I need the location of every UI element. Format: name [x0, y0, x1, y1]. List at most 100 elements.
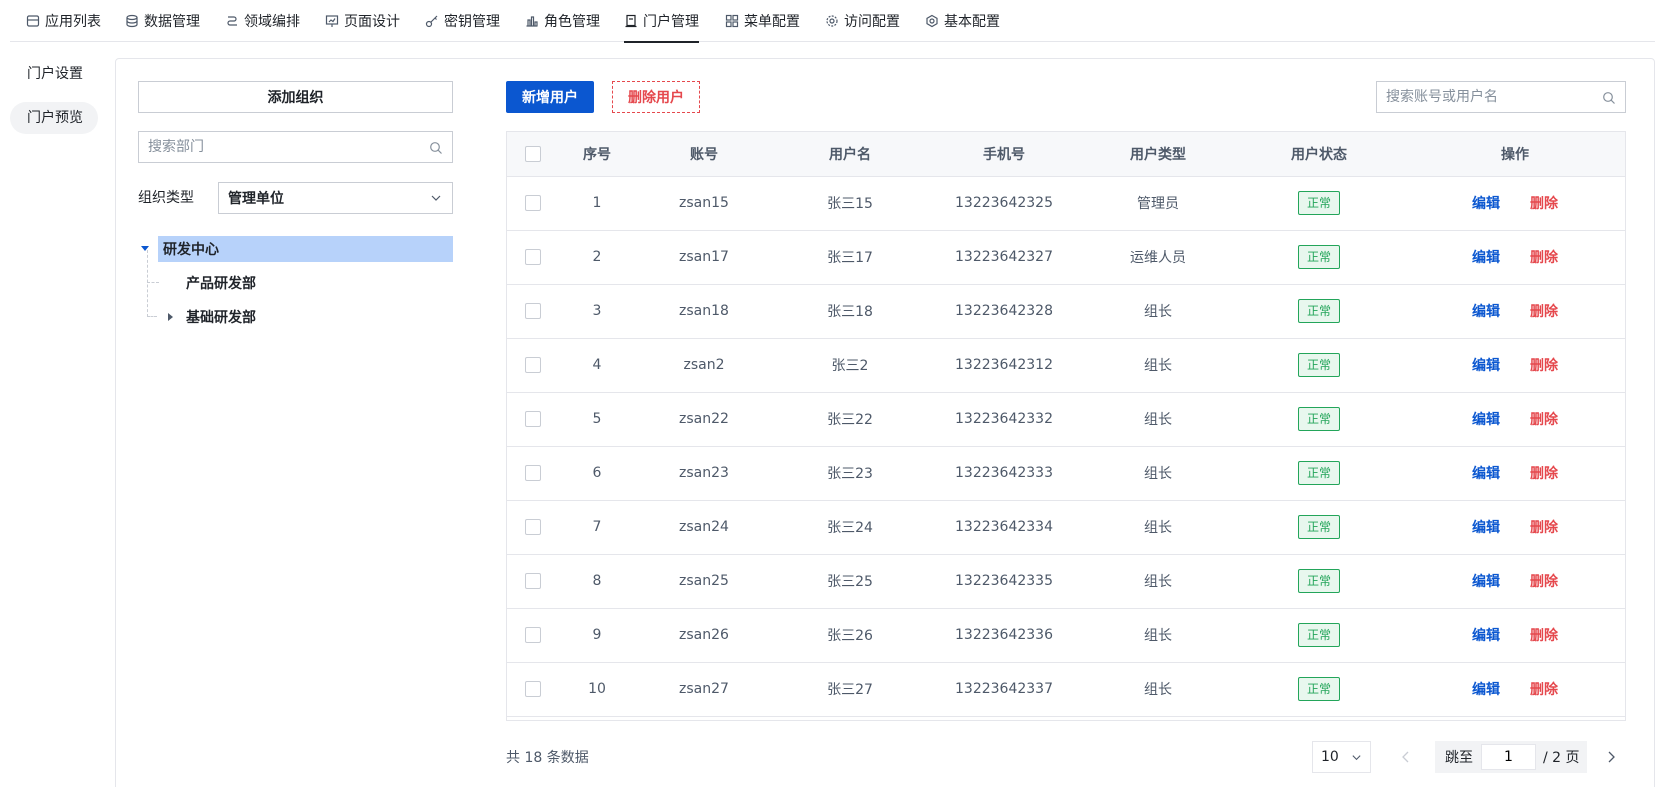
edit-link[interactable]: 编辑 [1472, 412, 1500, 428]
row-checkbox[interactable] [525, 195, 541, 211]
cell-username: 张三25 [773, 554, 927, 609]
cell-status: 正常 [1235, 392, 1403, 447]
nav-tab-basic[interactable]: 基本配置 [925, 0, 1000, 42]
nav-tab-page-design[interactable]: 页面设计 [325, 0, 400, 42]
delete-link[interactable]: 删除 [1530, 358, 1558, 374]
row-checkbox[interactable] [525, 249, 541, 265]
search-icon[interactable] [429, 141, 443, 155]
next-page-icon[interactable] [1603, 749, 1619, 765]
add-org-button[interactable]: 添加组织 [138, 81, 453, 113]
delete-link[interactable]: 删除 [1530, 304, 1558, 320]
edit-link[interactable]: 编辑 [1472, 682, 1500, 698]
delete-user-button[interactable]: 删除用户 [612, 81, 700, 113]
row-checkbox[interactable] [525, 627, 541, 643]
row-checkbox[interactable] [525, 303, 541, 319]
sidenav-portal-settings[interactable]: 门户设置 [10, 58, 98, 90]
nav-tab-portal[interactable]: 门户管理 [624, 0, 699, 43]
cell-no: 10 [559, 662, 635, 717]
nav-tab-menu[interactable]: 菜单配置 [725, 0, 800, 42]
cell-account: zsan22 [635, 392, 773, 447]
select-all-checkbox[interactable] [525, 145, 541, 162]
cell-status: 正常 [1235, 554, 1403, 609]
delete-link[interactable]: 删除 [1530, 250, 1558, 266]
table-row: 7 zsan24 张三24 13223642334 组长 正常 编辑 删除 [507, 500, 1625, 555]
row-checkbox[interactable] [525, 519, 541, 535]
cell-no: 5 [559, 392, 635, 447]
prev-page-icon[interactable] [1398, 749, 1414, 765]
cell-account: zsan18 [635, 284, 773, 339]
status-badge: 正常 [1298, 407, 1340, 431]
nav-tab-domain[interactable]: 领域编排 [225, 0, 300, 42]
edit-link[interactable]: 编辑 [1472, 520, 1500, 536]
row-checkbox[interactable] [525, 411, 541, 427]
dept-search-input[interactable] [139, 132, 452, 162]
edit-link[interactable]: 编辑 [1472, 196, 1500, 212]
delete-link[interactable]: 删除 [1530, 412, 1558, 428]
cell-user-type: 组长 [1081, 284, 1235, 339]
cell-username: 张三22 [773, 392, 927, 447]
dept-search-box [138, 131, 453, 163]
user-search-input[interactable] [1377, 82, 1625, 112]
cell-user-type: 组长 [1081, 446, 1235, 501]
edit-link[interactable]: 编辑 [1472, 358, 1500, 374]
nav-tab-app-list[interactable]: 应用列表 [26, 0, 101, 42]
delete-link[interactable]: 删除 [1530, 520, 1558, 536]
cell-user-type: 组长 [1081, 608, 1235, 663]
delete-link[interactable]: 删除 [1530, 682, 1558, 698]
table-row: 5 zsan22 张三22 13223642332 组长 正常 编辑 删除 [507, 392, 1625, 447]
cell-username: 张三23 [773, 446, 927, 501]
nav-tab-roles[interactable]: 角色管理 [525, 0, 600, 42]
search-icon[interactable] [1602, 91, 1616, 105]
cell-account: zsan27 [635, 662, 773, 717]
row-checkbox[interactable] [525, 681, 541, 697]
cell-account: zsan23 [635, 446, 773, 501]
edit-link[interactable]: 编辑 [1472, 628, 1500, 644]
table-row: 9 zsan26 张三26 13223642336 组长 正常 编辑 删除 [507, 608, 1625, 663]
cell-user-type: 运维人员 [1081, 230, 1235, 285]
column-header: 手机号 [927, 132, 1081, 177]
cell-username: 张三15 [773, 176, 927, 231]
page-design-icon [325, 14, 339, 28]
column-header: 用户状态 [1235, 132, 1403, 177]
delete-link[interactable]: 删除 [1530, 628, 1558, 644]
caret-right-icon[interactable] [165, 312, 175, 322]
delete-link[interactable]: 删除 [1530, 574, 1558, 590]
sidenav-portal-preview[interactable]: 门户预览 [10, 102, 98, 134]
caret-down-icon[interactable] [140, 243, 150, 253]
nav-tab-label: 基本配置 [944, 14, 1000, 30]
nav-tab-data[interactable]: 数据管理 [125, 0, 200, 42]
status-badge: 正常 [1298, 299, 1340, 323]
row-checkbox[interactable] [525, 573, 541, 589]
table-row: 10 zsan27 张三27 13223642337 组长 正常 编辑 删除 [507, 662, 1625, 717]
edit-link[interactable]: 编辑 [1472, 574, 1500, 590]
nav-tab-access[interactable]: 访问配置 [825, 0, 900, 42]
tree-node-rd-center[interactable]: 研发中心 [158, 236, 453, 262]
page-size-select[interactable]: 10 [1312, 741, 1371, 773]
org-type-select[interactable]: 管理单位 [218, 182, 453, 214]
status-badge: 正常 [1298, 623, 1340, 647]
org-type-value: 管理单位 [228, 191, 284, 207]
nav-tab-keys[interactable]: 密钥管理 [425, 0, 500, 42]
cell-username: 张三18 [773, 284, 927, 339]
cell-phone: 13223642312 [927, 338, 1081, 393]
user-table: 序号 账号 用户名 手机号 用户类型 用户状态 操作 1 zsan15 张三15 13… [506, 131, 1626, 721]
new-user-button[interactable]: 新增用户 [506, 81, 594, 113]
role-icon [525, 14, 539, 28]
edit-link[interactable]: 编辑 [1472, 250, 1500, 266]
table-row: 6 zsan23 张三23 13223642333 组长 正常 编辑 删除 [507, 446, 1625, 501]
delete-link[interactable]: 删除 [1530, 466, 1558, 482]
page-number-input[interactable] [1481, 744, 1536, 770]
cell-no: 4 [559, 338, 635, 393]
cell-no: 2 [559, 230, 635, 285]
tree-node-basic-rd[interactable]: 基础研发部 [186, 304, 256, 330]
row-checkbox[interactable] [525, 357, 541, 373]
row-checkbox[interactable] [525, 465, 541, 481]
cell-actions: 编辑 删除 [1403, 284, 1625, 339]
tree-node-product-rd[interactable]: 产品研发部 [186, 270, 256, 296]
edit-link[interactable]: 编辑 [1472, 466, 1500, 482]
cell-phone: 13223642334 [927, 500, 1081, 555]
edit-link[interactable]: 编辑 [1472, 304, 1500, 320]
cell-no: 3 [559, 284, 635, 339]
delete-link[interactable]: 删除 [1530, 196, 1558, 212]
cell-no: 7 [559, 500, 635, 555]
